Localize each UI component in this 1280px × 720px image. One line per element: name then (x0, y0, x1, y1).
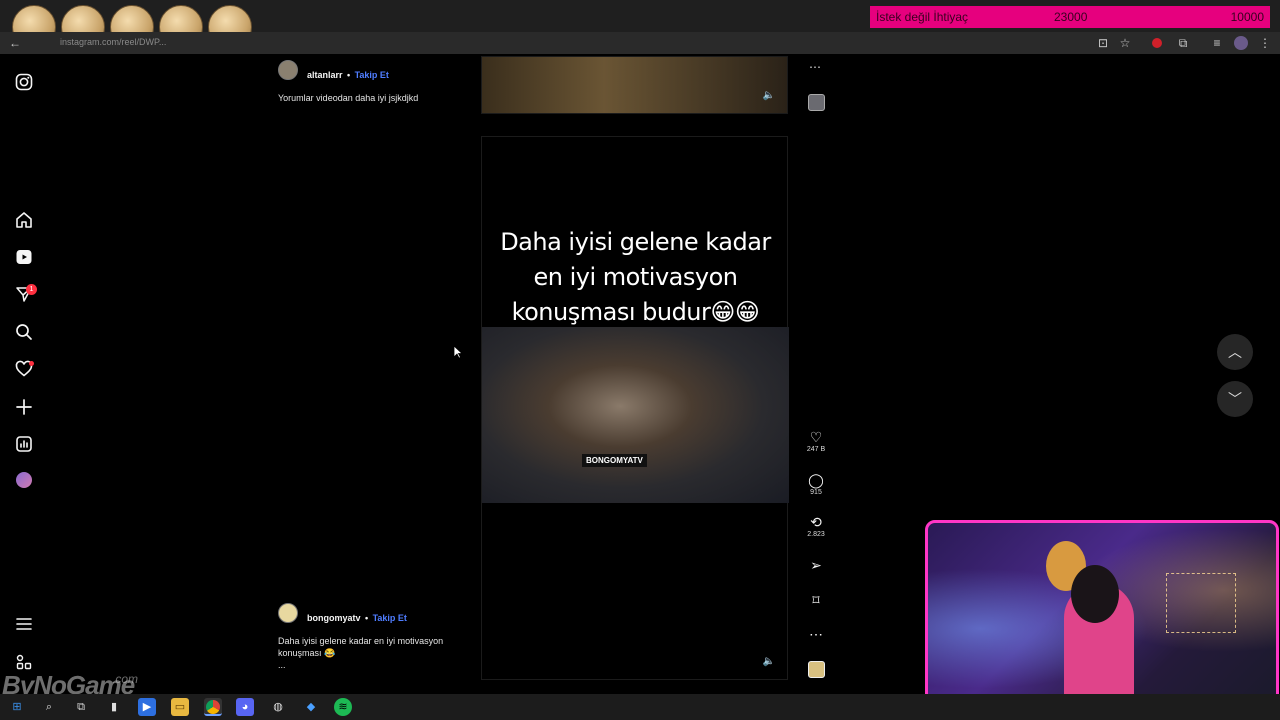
repost-icon: ⟲ (810, 514, 822, 530)
post-caption: Daha iyisi gelene kadar en iyi motivasyo… (278, 635, 468, 671)
previous-reel-button[interactable]: ︿ (1217, 334, 1253, 370)
post-header: bongomyatv • Takip Et (307, 608, 407, 626)
caption-line: konuşması 😂 (278, 648, 336, 658)
extension-icon[interactable] (1152, 38, 1162, 48)
vpn-icon[interactable]: ◆ (302, 698, 320, 716)
obs-icon[interactable]: ◍ (269, 698, 287, 716)
comment-button[interactable]: ◯ 915 (806, 472, 826, 498)
follow-button[interactable]: Takip Et (373, 613, 407, 623)
more-menu-icon[interactable] (15, 615, 33, 633)
audio-thumbnail[interactable] (808, 661, 825, 678)
post-author-avatar[interactable] (278, 60, 298, 80)
repost-count: 2.823 (807, 531, 825, 538)
repost-button[interactable]: ⟲ 2.823 (806, 514, 826, 540)
chevron-down-icon: ﹀ (1228, 391, 1242, 407)
meta-apps-icon[interactable] (15, 653, 33, 671)
more-options-icon[interactable]: ⋯ (809, 60, 821, 74)
mouse-cursor-icon (453, 345, 463, 359)
home-icon[interactable] (15, 211, 33, 229)
back-icon[interactable]: ← (8, 36, 22, 50)
install-icon[interactable]: ⊡ (1096, 36, 1110, 50)
comment-count: 915 (810, 489, 822, 496)
more-options-icon: ⋯ (809, 626, 823, 642)
puzzle-icon[interactable]: ⧉ (1176, 36, 1190, 50)
create-plus-icon[interactable] (15, 398, 33, 416)
heart-icon: ♡ (809, 429, 823, 445)
separator-dot: • (364, 613, 369, 623)
dashboard-icon[interactable] (15, 435, 33, 453)
post-username[interactable]: altanlarr (307, 70, 343, 80)
chrome-icon[interactable] (204, 698, 222, 716)
zoom-app-icon[interactable]: ▶ (138, 698, 156, 716)
address-bar[interactable]: instagram.com/reel/DWP... (60, 37, 166, 47)
caption-line: Daha iyisi gelene kadar en iyi motivasyo… (278, 636, 444, 646)
audio-thumbnail[interactable] (808, 94, 825, 111)
site-watermark-suffix: .com (112, 672, 139, 686)
file-icon[interactable]: ▮ (105, 698, 123, 716)
goal-label: İstek değil İhtiyaç (876, 10, 969, 24)
video-overlay-text: Daha iyisi gelene kadar en iyi motivasyo… (500, 228, 771, 326)
next-reel-button[interactable]: ﹀ (1217, 381, 1253, 417)
more-options-button[interactable]: ⋯ (806, 626, 826, 642)
video-frame-image: BONGOMYATV (482, 327, 789, 503)
menu-icon[interactable]: ⋮ (1258, 36, 1272, 50)
separator-dot: • (346, 70, 351, 80)
post-username[interactable]: bongomyatv (307, 613, 361, 623)
share-button[interactable]: ➢ (806, 557, 826, 573)
instagram-logo-icon[interactable] (15, 73, 33, 91)
notification-dot (29, 361, 34, 366)
post-author-avatar[interactable] (278, 603, 298, 623)
comment-icon: ◯ (808, 472, 824, 488)
bookmark-icon: ⌑ (812, 592, 820, 608)
profile-avatar-icon[interactable] (16, 472, 32, 488)
chrome-logo-icon (206, 700, 220, 714)
like-count: 247 B (806, 446, 826, 453)
reel-video-player[interactable]: Daha iyisi gelene kadar en iyi motivasyo… (481, 136, 789, 680)
file-explorer-icon[interactable]: ▭ (171, 698, 189, 716)
spotify-icon[interactable]: ≋ (334, 698, 352, 716)
donation-goal-bar: İstek değil İhtiyaç 23000 10000 (870, 6, 1270, 28)
goal-target: 10000 (1230, 10, 1264, 24)
task-view-icon[interactable]: ⧉ (72, 698, 90, 716)
follow-button[interactable]: Takip Et (355, 70, 389, 80)
star-icon[interactable]: ☆ (1118, 36, 1132, 50)
send-icon: ➢ (810, 557, 822, 573)
streamer-hair (1071, 565, 1119, 623)
browser-tab-strip: İstek değil İhtiyaç 23000 10000 (0, 0, 1280, 49)
fairy-lights-sign (1166, 573, 1236, 633)
queue-icon[interactable]: ≡ (1210, 36, 1224, 50)
profile-avatar[interactable] (1234, 36, 1248, 50)
reels-icon[interactable] (15, 248, 33, 266)
mute-icon[interactable]: 🔈 (763, 656, 775, 667)
save-button[interactable]: ⌑ (806, 592, 826, 608)
post-header: altanlarr • Takip Et (307, 65, 389, 83)
search-icon[interactable] (15, 323, 33, 341)
mute-icon[interactable]: 🔈 (763, 90, 775, 101)
webcam-overlay (925, 520, 1279, 718)
reel-video-player[interactable]: 🔈 (481, 56, 788, 114)
messages-badge: 1 (26, 284, 37, 295)
discord-icon[interactable]: ◕ (236, 698, 254, 716)
post-caption: Yorumlar videodan daha iyi jsjkdjkd (278, 93, 419, 103)
windows-start-icon[interactable]: ⊞ (8, 698, 26, 716)
like-button[interactable]: ♡ 247 B (806, 429, 826, 455)
video-watermark: BONGOMYATV (582, 454, 647, 467)
caption-more[interactable]: ... (278, 659, 468, 671)
goal-current: 23000 (1054, 10, 1088, 24)
chevron-up-icon: ︿ (1228, 344, 1242, 360)
browser-toolbar: ← instagram.com/reel/DWP... ⊡ ☆ ⧉ ≡ ⋮ (0, 32, 1280, 54)
taskbar: ⊞ ⌕ ⧉ ▮ ▶ ▭ ◕ ◍ ◆ ≋ (0, 694, 1280, 720)
search-icon[interactable]: ⌕ (40, 698, 58, 716)
